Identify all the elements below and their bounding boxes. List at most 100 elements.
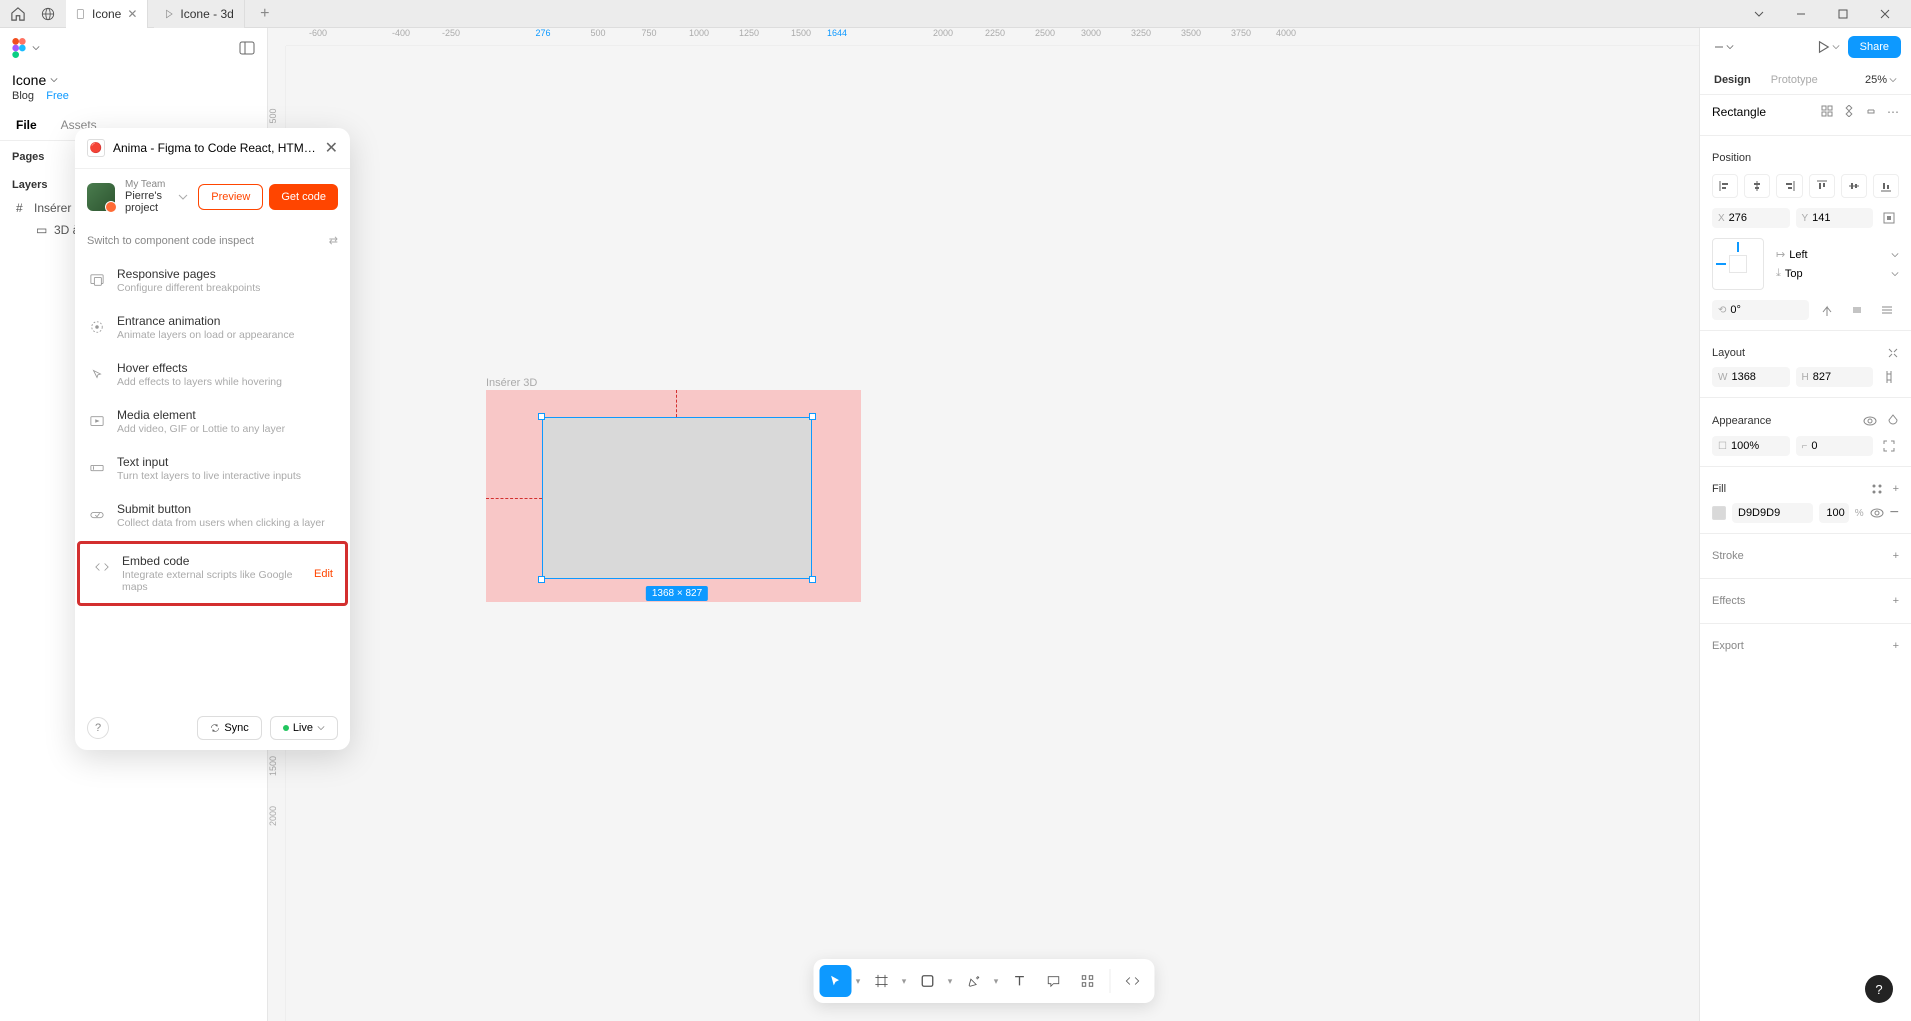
comment-tool[interactable] [1037, 965, 1069, 997]
component-icon[interactable] [1843, 105, 1855, 119]
align-center-icon[interactable] [1744, 174, 1770, 198]
add-fill-icon[interactable]: + [1893, 483, 1899, 495]
add-tab-button[interactable]: + [251, 0, 279, 28]
opacity-input[interactable] [1731, 440, 1784, 452]
export-section[interactable]: Export+ [1700, 630, 1911, 662]
collapse-panel-icon[interactable] [239, 40, 255, 56]
home-icon[interactable] [6, 2, 30, 26]
align-left-icon[interactable] [1712, 174, 1738, 198]
maximize-button[interactable] [1823, 0, 1863, 28]
remove-icon[interactable]: − [1890, 504, 1899, 522]
devmode-tool[interactable] [1116, 965, 1148, 997]
align-bottom-icon[interactable] [1873, 174, 1899, 198]
chevron-down-icon[interactable]: ▾ [945, 976, 955, 987]
close-button[interactable] [1865, 0, 1905, 28]
x-input[interactable] [1729, 212, 1784, 224]
resize-handle[interactable] [538, 576, 545, 583]
fill-color-input[interactable] [1732, 503, 1813, 523]
chevron-down-icon[interactable] [1739, 0, 1779, 28]
actions-tool[interactable] [1071, 965, 1103, 997]
constraint-h-select[interactable]: ↦ Left [1776, 248, 1899, 261]
switch-icon[interactable]: ⇄ [329, 234, 338, 247]
team-selector[interactable]: My Team Pierre's project [125, 179, 168, 214]
switch-label[interactable]: Switch to component code inspect [87, 235, 254, 247]
align-right-icon[interactable] [1776, 174, 1802, 198]
autolayout-icon[interactable] [1887, 347, 1899, 359]
chevron-down-icon[interactable]: ▾ [991, 976, 1001, 987]
align-top-icon[interactable] [1809, 174, 1835, 198]
tab-prototype[interactable]: Prototype [1761, 66, 1828, 94]
chevron-down-icon[interactable]: ▾ [853, 976, 863, 987]
close-icon[interactable]: ✕ [325, 138, 338, 158]
radius-input[interactable] [1811, 440, 1867, 452]
h-input[interactable] [1813, 371, 1867, 383]
plugin-item-entrance[interactable]: Entrance animation Animate layers on loa… [75, 304, 350, 351]
zoom-select[interactable]: 25% [1855, 66, 1907, 94]
selected-rectangle[interactable] [542, 417, 812, 579]
text-tool[interactable] [1003, 965, 1035, 997]
plugin-item-embed[interactable]: Embed code Integrate external scripts li… [77, 541, 348, 606]
getcode-button[interactable]: Get code [269, 184, 338, 210]
move-tool[interactable] [819, 965, 851, 997]
project-name[interactable]: Icone [12, 72, 255, 88]
code-icon [92, 557, 112, 577]
present-button[interactable] [1816, 40, 1840, 54]
resize-handle[interactable] [538, 413, 545, 420]
fill-alpha-input[interactable] [1819, 503, 1849, 523]
plugin-item-responsive[interactable]: Responsive pages Configure different bre… [75, 257, 350, 304]
figma-menu[interactable] [12, 38, 40, 58]
y-input[interactable] [1812, 212, 1867, 224]
eye-icon[interactable] [1863, 414, 1877, 428]
styles-icon[interactable] [1871, 483, 1883, 495]
frame-tool[interactable] [865, 965, 897, 997]
team-avatar [87, 183, 115, 211]
tab-inactive[interactable]: Icone - 3d [154, 0, 244, 28]
help-button[interactable]: ? [87, 717, 109, 739]
plugin-item-textinput[interactable]: Text input Turn text layers to live inte… [75, 445, 350, 492]
rotation-input[interactable] [1730, 304, 1803, 316]
plugin-item-hover[interactable]: Hover effects Add effects to layers whil… [75, 351, 350, 398]
constraint-diagram[interactable] [1712, 238, 1764, 290]
frame-label[interactable]: Insérer 3D [486, 377, 537, 389]
flip-h-icon[interactable] [1815, 300, 1839, 320]
live-button[interactable]: Live [270, 716, 338, 740]
align-middle-icon[interactable] [1841, 174, 1867, 198]
fill-swatch[interactable] [1712, 506, 1726, 520]
w-input[interactable] [1731, 371, 1783, 383]
tab-active[interactable]: Icone ✕ [66, 0, 148, 28]
more-icon[interactable]: ⋯ [1887, 105, 1899, 119]
effects-section[interactable]: Effects+ [1700, 585, 1911, 617]
corners-icon[interactable] [1879, 436, 1899, 456]
multiplayer-dropdown[interactable] [1714, 42, 1734, 52]
pen-tool[interactable] [957, 965, 989, 997]
more-transforms-icon[interactable] [1875, 300, 1899, 320]
resize-handle[interactable] [809, 413, 816, 420]
canvas[interactable]: -600 -400 -250 276 500 750 1000 1250 150… [268, 28, 1699, 1021]
resize-handle[interactable] [809, 576, 816, 583]
link-icon[interactable] [1865, 105, 1877, 119]
blog-link[interactable]: Blog [12, 90, 34, 102]
lock-ratio-icon[interactable] [1879, 367, 1899, 387]
plan-link[interactable]: Free [46, 90, 69, 102]
preview-button[interactable]: Preview [198, 184, 263, 210]
blend-icon[interactable] [1887, 414, 1899, 428]
chevron-down-icon[interactable]: ▾ [899, 976, 909, 987]
grid-icon[interactable] [1821, 105, 1833, 119]
plugin-item-submit[interactable]: Submit button Collect data from users wh… [75, 492, 350, 539]
globe-icon[interactable] [36, 2, 60, 26]
edit-link[interactable]: Edit [314, 568, 333, 580]
absolute-position-icon[interactable] [1879, 208, 1899, 228]
help-fab[interactable]: ? [1865, 975, 1893, 1003]
rectangle-tool[interactable] [911, 965, 943, 997]
minimize-button[interactable] [1781, 0, 1821, 28]
constraint-v-select[interactable]: ⤓ Top [1776, 267, 1899, 280]
tab-design[interactable]: Design [1704, 66, 1761, 94]
flip-v-icon[interactable] [1845, 300, 1869, 320]
plugin-item-media[interactable]: Media element Add video, GIF or Lottie t… [75, 398, 350, 445]
eye-icon[interactable] [1870, 506, 1884, 520]
stroke-section[interactable]: Stroke+ [1700, 540, 1911, 572]
sync-button[interactable]: Sync [197, 716, 261, 740]
close-icon[interactable]: ✕ [127, 7, 137, 21]
share-button[interactable]: Share [1848, 36, 1901, 58]
tab-file[interactable]: File [4, 110, 49, 140]
